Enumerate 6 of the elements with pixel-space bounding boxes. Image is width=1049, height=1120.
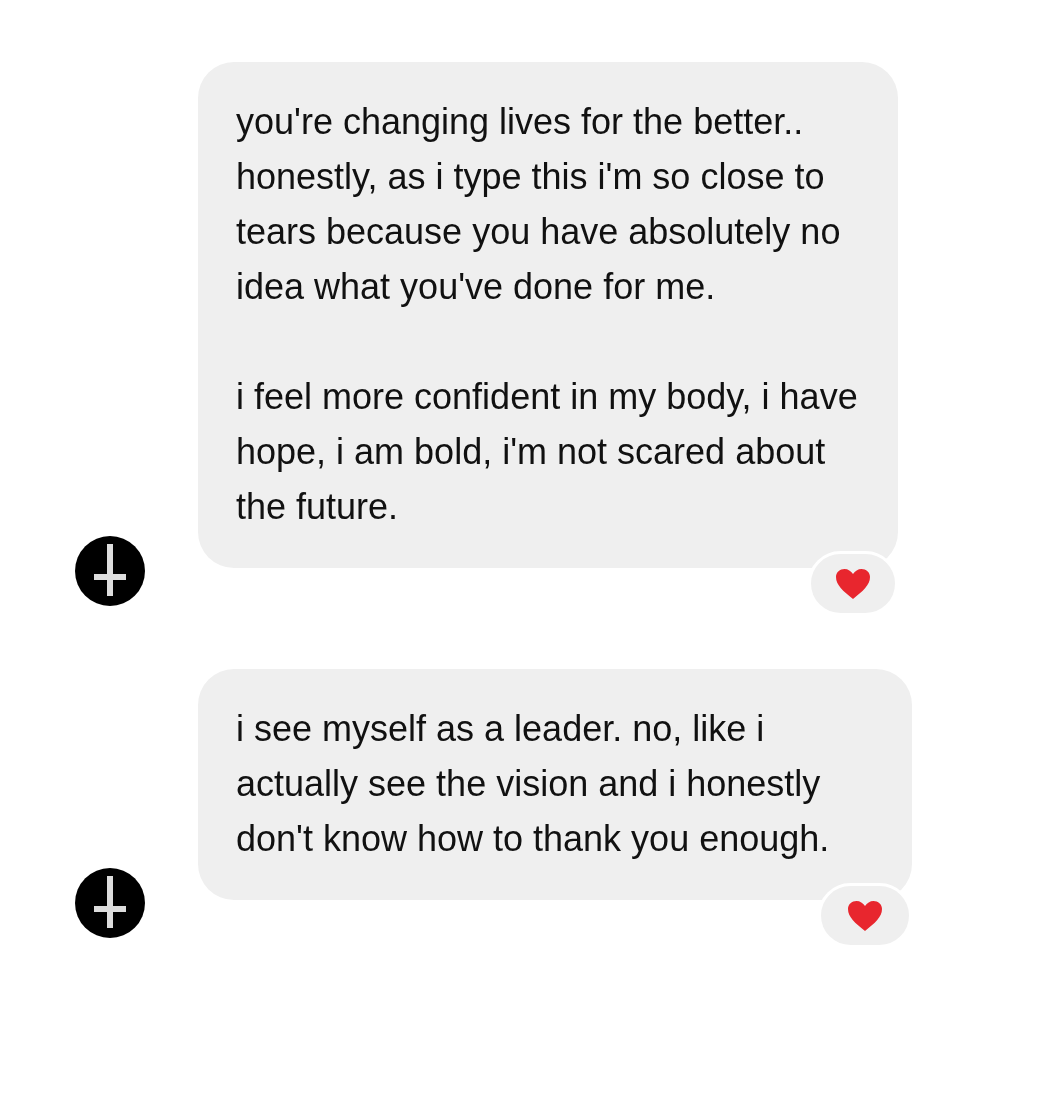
message-bubble: i see myself as a leader. no, like i actually see the vision and i honestly don't know how to thank you enough. <box>198 669 912 900</box>
heart-icon <box>835 567 871 600</box>
heart-icon <box>847 899 883 932</box>
avatar-icon <box>75 536 145 606</box>
avatar-icon <box>75 868 145 938</box>
message-bubble: you're changing lives for the better.. honestly, as i type this i'm so close to tears because you have absolutely no idea what you've done for me. i feel more confident in my body, i have hope, i am bold, i'm not scared about the future. <box>198 62 898 568</box>
